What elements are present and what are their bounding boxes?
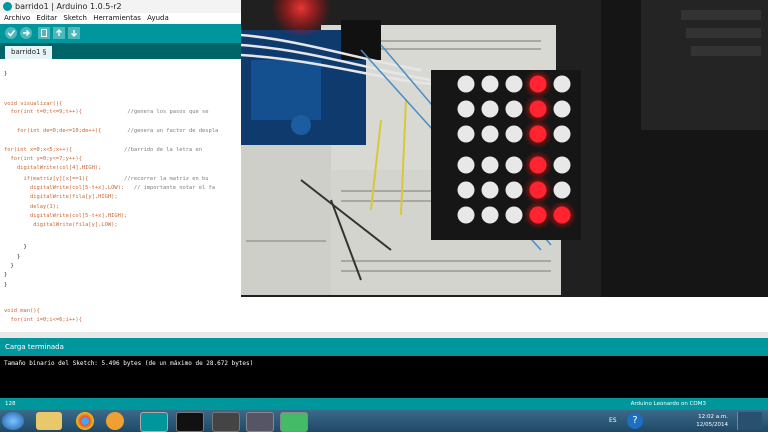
code-line: for(int x=0;x<5;x++){ //barrido de la le… — [4, 147, 202, 153]
window-title: barrido1 | Arduino 1.0.5-r2 — [15, 2, 122, 11]
arduino-app-icon — [3, 2, 12, 11]
code-line: void visualizar(){ — [4, 101, 63, 107]
led-off — [505, 206, 523, 224]
led-off — [457, 75, 475, 93]
breadboard-scene — [241, 0, 768, 297]
led-off — [553, 156, 571, 174]
chrome-icon[interactable] — [76, 412, 94, 430]
code-line: digitalWrite(col[5-t+x],HIGH); — [4, 213, 128, 219]
line-number: 128 — [5, 401, 16, 407]
menu-herramientas[interactable]: Herramientas — [93, 14, 141, 22]
code-line: } — [4, 71, 8, 77]
footer-bar: 128 Arduino Leonardo on COM3 — [0, 398, 768, 410]
led-on — [529, 75, 547, 93]
led-off — [481, 75, 499, 93]
led-off — [457, 100, 475, 118]
code-line: } — [4, 282, 8, 288]
open-icon[interactable] — [53, 27, 65, 39]
arduino-icon[interactable] — [140, 412, 168, 432]
windows-taskbar: ES ? 12:02 a.m. 12/05/2014 — [0, 410, 768, 432]
board-port: Arduino Leonardo on COM3 — [630, 401, 706, 407]
led-off — [481, 156, 499, 174]
code-line: for(int i=0;i<=6;i++){ — [4, 317, 82, 323]
code-line: } — [4, 254, 21, 260]
code-line: } — [4, 263, 14, 269]
led-on — [529, 181, 547, 199]
led-on — [553, 206, 571, 224]
fritzing-icon[interactable] — [246, 412, 274, 432]
language-indicator[interactable]: ES — [609, 417, 617, 424]
code-line: for(int de=0;de<=10;de++){ //genera un f… — [4, 128, 219, 134]
led-off — [457, 156, 475, 174]
led-off — [481, 125, 499, 143]
led-off — [553, 100, 571, 118]
tab-barrido1[interactable]: barrido1 § — [5, 46, 53, 59]
led-off — [505, 125, 523, 143]
led-off — [481, 100, 499, 118]
code-line: } — [4, 244, 27, 250]
code-line: delay(1); — [4, 204, 60, 210]
save-icon[interactable] — [68, 27, 80, 39]
led-off — [457, 206, 475, 224]
led-off — [457, 125, 475, 143]
clock-date: 12/05/2014 — [696, 422, 728, 428]
code-line: } — [4, 272, 8, 278]
code-line: void man(){ — [4, 308, 40, 314]
menu-ayuda[interactable]: Ayuda — [147, 14, 169, 22]
led-on — [529, 206, 547, 224]
upload-icon[interactable] — [20, 27, 32, 39]
led-off — [505, 100, 523, 118]
help-icon[interactable]: ? — [627, 413, 643, 429]
chip-app-icon[interactable] — [280, 412, 308, 432]
code-line: digitalWrite(col[4],HIGH); — [4, 165, 102, 171]
clock-time: 12:02 a.m. — [698, 414, 728, 420]
led-on — [529, 156, 547, 174]
led-off — [505, 156, 523, 174]
media-player-icon[interactable] — [106, 412, 124, 430]
led-off — [481, 206, 499, 224]
led-off — [505, 75, 523, 93]
console-output: Tamaño binario del Sketch: 5.496 bytes (… — [0, 356, 768, 398]
code-line: digitalWrite(fila[y],HIGH); — [4, 194, 118, 200]
led-off — [553, 75, 571, 93]
led-off — [553, 181, 571, 199]
led-on — [529, 125, 547, 143]
clock[interactable]: 12:02 a.m. 12/05/2014 — [696, 413, 728, 429]
code-line: for(int y=0;y<=7;y++){ — [4, 156, 82, 162]
menu-editar[interactable]: Editar — [36, 14, 57, 22]
code-line: for(int t=0;t<=9;t++){ //genera los paso… — [4, 109, 209, 115]
code-line: digitalWrite(fila[y],LOW); — [4, 222, 118, 228]
explorer-icon[interactable] — [36, 412, 62, 430]
status-bar: Carga terminada — [0, 338, 768, 356]
new-icon[interactable] — [38, 27, 50, 39]
menu-sketch[interactable]: Sketch — [63, 14, 87, 22]
led-off — [505, 181, 523, 199]
start-button[interactable] — [2, 412, 24, 430]
breadboard-photo — [241, 0, 768, 297]
verify-icon[interactable] — [5, 27, 17, 39]
status-message: Carga terminada — [5, 343, 64, 351]
menu-archivo[interactable]: Archivo — [4, 14, 30, 22]
code-line: if(matriz[y][x]==1){ //recorrer la matri… — [4, 176, 209, 182]
led-off — [481, 181, 499, 199]
console-line: Tamaño binario del Sketch: 5.496 bytes (… — [4, 360, 254, 367]
pen-app-icon[interactable] — [212, 412, 240, 432]
code-line: digitalWrite(col[5-t+x],LOW); // importa… — [4, 185, 215, 191]
show-desktop-button[interactable] — [737, 412, 762, 430]
led-off — [553, 125, 571, 143]
led-on — [529, 100, 547, 118]
led-off — [457, 181, 475, 199]
terminal-icon[interactable] — [176, 412, 204, 432]
